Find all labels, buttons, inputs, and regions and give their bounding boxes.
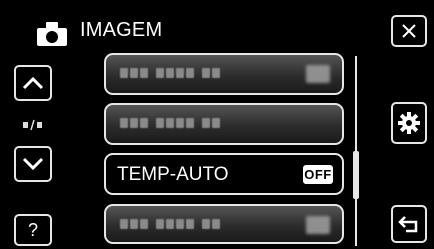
status-badge: OFF bbox=[303, 165, 333, 184]
page-title: IMAGEM bbox=[80, 19, 163, 41]
menu-item-1[interactable] bbox=[104, 53, 344, 95]
back-icon bbox=[398, 216, 418, 233]
back-button[interactable] bbox=[391, 205, 427, 243]
close-icon bbox=[402, 24, 416, 38]
obscured-label bbox=[120, 219, 222, 229]
close-button[interactable] bbox=[391, 15, 427, 47]
menu-item-4[interactable] bbox=[104, 204, 344, 244]
obscured-label bbox=[120, 68, 222, 78]
settings-button[interactable] bbox=[391, 102, 427, 144]
gear-icon bbox=[398, 112, 420, 134]
page-indicator bbox=[23, 118, 43, 131]
obscured-setting-icon bbox=[306, 216, 330, 234]
menu-item-temp-auto[interactable]: TEMP-AUTO OFF bbox=[104, 153, 344, 195]
menu-item-2[interactable] bbox=[104, 103, 344, 145]
scroll-up-button[interactable] bbox=[14, 65, 52, 101]
scrollbar-thumb[interactable] bbox=[353, 151, 359, 199]
camera-icon bbox=[37, 22, 67, 46]
chevron-up-icon bbox=[22, 76, 44, 90]
obscured-label bbox=[120, 118, 222, 128]
obscured-setting-icon bbox=[306, 65, 330, 83]
chevron-down-icon bbox=[22, 157, 44, 171]
scroll-down-button[interactable] bbox=[14, 146, 52, 182]
help-label: ? bbox=[27, 219, 38, 240]
help-button[interactable]: ? bbox=[14, 214, 52, 246]
menu-item-label: TEMP-AUTO bbox=[117, 164, 229, 185]
